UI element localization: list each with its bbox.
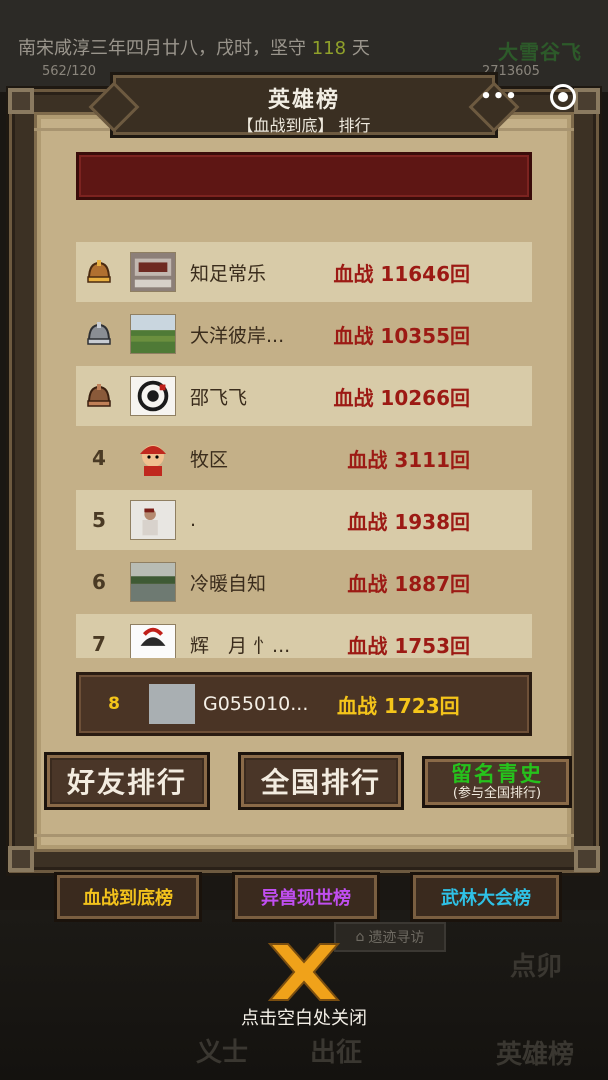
player-name: 知足常乐 — [190, 262, 267, 285]
player-name: 牧区 — [190, 448, 229, 471]
ranking-row[interactable]: 邵飞飞 血战 10266回 — [76, 366, 532, 426]
player-name: 冷暖自知 — [190, 572, 267, 595]
more-dots-icon[interactable]: ••• — [480, 86, 517, 107]
relic-search-label: 遗迹寻访 — [368, 930, 425, 946]
rank-medal — [76, 366, 122, 426]
portrait-photo-icon — [131, 501, 175, 539]
tab-beast[interactable]: 异兽现世榜 — [232, 872, 380, 922]
avatar — [130, 314, 176, 354]
parchment-bottom-rule — [34, 834, 574, 837]
tab-blood-battle[interactable]: 血战到底榜 — [54, 872, 202, 922]
bg-word-expedition: 出征 — [310, 1038, 363, 1068]
close-hint: 点击空白处关闭 — [241, 1008, 367, 1029]
tab-martial-arts[interactable]: 武林大会榜 — [410, 872, 562, 922]
status-days: 118 — [311, 38, 347, 59]
friends-ranking-button[interactable]: 好友排行 — [44, 752, 210, 810]
red-banner — [76, 152, 532, 200]
ranking-row[interactable]: 5 . 血战 1938回 — [76, 490, 532, 550]
gold-helmet-icon — [87, 260, 111, 283]
ranking-row[interactable]: 知足常乐 血战 11646回 — [76, 242, 532, 302]
player-score: 血战 3111回 — [347, 447, 470, 472]
lake-photo-icon — [131, 563, 175, 601]
national-ranking-button[interactable]: 全国排行 — [238, 752, 404, 810]
rank-number: 5 — [92, 508, 106, 532]
leave-name-label: 留名青史 — [451, 762, 543, 786]
player-name: 大洋彼岸... — [190, 324, 285, 347]
leave-name-button[interactable]: 留名青史 (参与全国排行) — [422, 756, 572, 808]
my-avatar — [149, 684, 195, 724]
player-name: . — [190, 509, 197, 531]
bronze-helmet-icon — [87, 384, 111, 407]
ranking-list[interactable]: 知足常乐 血战 11646回 大洋彼岸... 血战 10355回 邵飞飞 血战 … — [76, 240, 532, 658]
helmet-cartoon-icon — [131, 625, 175, 658]
leave-name-sublabel: (参与全国排行) — [452, 786, 542, 801]
player-score: 血战 1753回 — [347, 633, 470, 658]
warrior-cartoon-icon — [140, 445, 166, 476]
target-circle-icon[interactable] — [550, 84, 576, 110]
frame-corner-bl — [8, 846, 34, 872]
hp-counter: 562/120 — [42, 64, 97, 79]
status-date-text: 南宋咸淳三年四月廿八，戌时，坚守 118 天 — [18, 34, 370, 60]
avatar — [130, 252, 176, 292]
player-name: 邵飞飞 — [190, 386, 248, 409]
ranking-row[interactable]: 大洋彼岸... 血战 10355回 — [76, 304, 532, 364]
player-score: 血战 11646回 — [333, 261, 470, 286]
player-score: 血战 1938回 — [347, 509, 470, 534]
avatar — [130, 376, 176, 416]
my-name: G055010... — [203, 693, 309, 715]
landscape-photo-icon — [131, 315, 175, 353]
bg-word-heroes: 英雄榜 — [496, 1040, 575, 1070]
rank-number: 7 — [92, 632, 106, 656]
bg-word-volunteers: 义士 — [196, 1038, 249, 1068]
relic-search-button: ⌂ 遗迹寻访 — [334, 922, 446, 952]
ranking-row[interactable]: 4 牧区 血战 3111回 — [76, 428, 532, 488]
my-score: 血战 1723回 — [337, 693, 460, 718]
silver-helmet-icon — [87, 322, 111, 345]
avatar — [130, 438, 176, 478]
close-x-icon[interactable] — [266, 940, 342, 1004]
rank-number: 4 — [92, 446, 106, 470]
status-suffix: 天 — [351, 38, 370, 59]
avatar — [130, 624, 176, 658]
panel-subtitle: 【血战到底】 排行 — [237, 116, 371, 135]
player-score: 血战 10266回 — [333, 385, 470, 410]
my-ranking-row[interactable]: 8 G055010... 血战 1723回 — [76, 672, 532, 736]
ink-logo-icon — [131, 377, 175, 415]
bg-title-right: 大雪谷飞 — [498, 40, 582, 64]
avatar — [130, 562, 176, 602]
my-rank: 8 — [108, 694, 120, 714]
banner-photo-icon — [131, 253, 175, 291]
ranking-row[interactable]: 6 冷暖自知 血战 1887回 — [76, 552, 532, 612]
avatar — [130, 500, 176, 540]
rank-number: 6 — [92, 570, 106, 594]
player-score: 血战 10355回 — [333, 323, 470, 348]
player-name: 辉 月 忄... — [190, 634, 291, 657]
ranking-row[interactable]: 7 辉 月 忄... 血战 1753回 — [76, 614, 532, 658]
home-icon: ⌂ — [355, 929, 365, 945]
rank-medal — [76, 304, 122, 364]
frame-corner-br — [574, 846, 600, 872]
bg-word-rollcall: 点卯 — [510, 952, 563, 982]
player-score: 血战 1887回 — [347, 571, 470, 596]
status-prefix: 南宋咸淳三年四月廿八，戌时，坚守 — [18, 38, 306, 59]
rank-medal — [76, 242, 122, 302]
